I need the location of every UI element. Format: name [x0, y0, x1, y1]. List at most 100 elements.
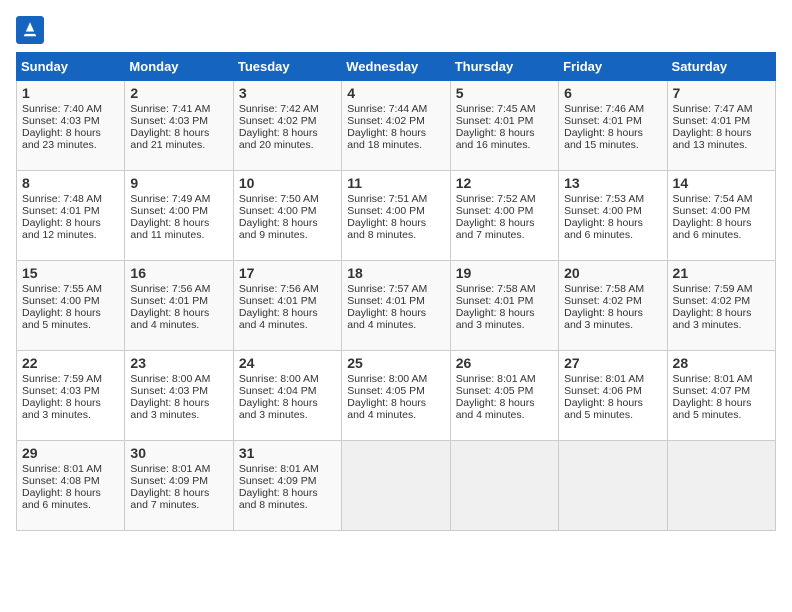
daylight-label: Daylight: 8 hours and 23 minutes.: [22, 127, 101, 151]
calendar-cell: 6Sunrise: 7:46 AMSunset: 4:01 PMDaylight…: [559, 81, 667, 171]
sunset-label: Sunset: 4:02 PM: [673, 295, 751, 307]
calendar-cell: 31Sunrise: 8:01 AMSunset: 4:09 PMDayligh…: [233, 441, 341, 531]
calendar-table: SundayMondayTuesdayWednesdayThursdayFrid…: [16, 52, 776, 531]
sunrise-label: Sunrise: 7:49 AM: [130, 193, 210, 205]
day-number: 12: [456, 175, 553, 191]
day-number: 19: [456, 265, 553, 281]
sunset-label: Sunset: 4:09 PM: [239, 475, 317, 487]
sunrise-label: Sunrise: 7:54 AM: [673, 193, 753, 205]
calendar-cell: 7Sunrise: 7:47 AMSunset: 4:01 PMDaylight…: [667, 81, 775, 171]
calendar-cell: 16Sunrise: 7:56 AMSunset: 4:01 PMDayligh…: [125, 261, 233, 351]
day-number: 30: [130, 445, 227, 461]
week-row-2: 8Sunrise: 7:48 AMSunset: 4:01 PMDaylight…: [17, 171, 776, 261]
sunset-label: Sunset: 4:00 PM: [347, 205, 425, 217]
logo: [16, 16, 48, 44]
sunset-label: Sunset: 4:03 PM: [22, 115, 100, 127]
calendar-cell: 17Sunrise: 7:56 AMSunset: 4:01 PMDayligh…: [233, 261, 341, 351]
sunset-label: Sunset: 4:01 PM: [22, 205, 100, 217]
sunset-label: Sunset: 4:01 PM: [673, 115, 751, 127]
daylight-label: Daylight: 8 hours and 4 minutes.: [347, 307, 426, 331]
sunset-label: Sunset: 4:08 PM: [22, 475, 100, 487]
sunset-label: Sunset: 4:09 PM: [130, 475, 208, 487]
calendar-cell: [559, 441, 667, 531]
sunset-label: Sunset: 4:01 PM: [239, 295, 317, 307]
daylight-label: Daylight: 8 hours and 5 minutes.: [564, 397, 643, 421]
calendar-cell: 20Sunrise: 7:58 AMSunset: 4:02 PMDayligh…: [559, 261, 667, 351]
sunset-label: Sunset: 4:00 PM: [130, 205, 208, 217]
sunrise-label: Sunrise: 7:48 AM: [22, 193, 102, 205]
sunset-label: Sunset: 4:01 PM: [130, 295, 208, 307]
sunrise-label: Sunrise: 7:40 AM: [22, 103, 102, 115]
daylight-label: Daylight: 8 hours and 3 minutes.: [239, 397, 318, 421]
sunset-label: Sunset: 4:03 PM: [130, 385, 208, 397]
sunrise-label: Sunrise: 7:50 AM: [239, 193, 319, 205]
daylight-label: Daylight: 8 hours and 4 minutes.: [456, 397, 535, 421]
daylight-label: Daylight: 8 hours and 3 minutes.: [456, 307, 535, 331]
sunrise-label: Sunrise: 7:44 AM: [347, 103, 427, 115]
day-number: 23: [130, 355, 227, 371]
daylight-label: Daylight: 8 hours and 6 minutes.: [673, 217, 752, 241]
page-header: [16, 16, 776, 44]
sunrise-label: Sunrise: 8:00 AM: [347, 373, 427, 385]
day-number: 26: [456, 355, 553, 371]
calendar-cell: 28 Sunrise: 8:01 AMSunset: 4:07 PMDayligh…: [667, 351, 775, 441]
daylight-label: Daylight: 8 hours and 5 minutes.: [673, 397, 752, 421]
calendar-cell: 2Sunrise: 7:41 AMSunset: 4:03 PMDaylight…: [125, 81, 233, 171]
daylight-label: Daylight: 8 hours and 13 minutes.: [673, 127, 752, 151]
sunrise-label: Sunrise: 7:46 AM: [564, 103, 644, 115]
daylight-label: Daylight: 8 hours and 21 minutes.: [130, 127, 209, 151]
calendar-cell: 18Sunrise: 7:57 AMSunset: 4:01 PMDayligh…: [342, 261, 450, 351]
sunrise-label: Sunrise: 8:01 AM: [564, 373, 644, 385]
daylight-label: Daylight: 8 hours and 16 minutes.: [456, 127, 535, 151]
daylight-label: Daylight: 8 hours and 20 minutes.: [239, 127, 318, 151]
calendar-cell: 19Sunrise: 7:58 AMSunset: 4:01 PMDayligh…: [450, 261, 558, 351]
calendar-cell: 5Sunrise: 7:45 AMSunset: 4:01 PMDaylight…: [450, 81, 558, 171]
sunset-label: Sunset: 4:07 PM: [673, 385, 751, 397]
sunrise-label: Sunrise: 8:01 AM: [673, 373, 753, 385]
calendar-cell: 30Sunrise: 8:01 AMSunset: 4:09 PMDayligh…: [125, 441, 233, 531]
weekday-header-sunday: Sunday: [17, 53, 125, 81]
daylight-label: Daylight: 8 hours and 12 minutes.: [22, 217, 101, 241]
sunset-label: Sunset: 4:02 PM: [239, 115, 317, 127]
calendar-cell: 13Sunrise: 7:53 AMSunset: 4:00 PMDayligh…: [559, 171, 667, 261]
sunrise-label: Sunrise: 7:58 AM: [564, 283, 644, 295]
day-number: 14: [673, 175, 770, 191]
sunrise-label: Sunrise: 7:58 AM: [456, 283, 536, 295]
day-number: 9: [130, 175, 227, 191]
daylight-label: Daylight: 8 hours and 9 minutes.: [239, 217, 318, 241]
sunrise-label: Sunrise: 8:01 AM: [22, 463, 102, 475]
day-number: 22: [22, 355, 119, 371]
daylight-label: Daylight: 8 hours and 4 minutes.: [130, 307, 209, 331]
weekday-header-wednesday: Wednesday: [342, 53, 450, 81]
daylight-label: Daylight: 8 hours and 5 minutes.: [22, 307, 101, 331]
daylight-label: Daylight: 8 hours and 3 minutes.: [564, 307, 643, 331]
calendar-cell: 25Sunrise: 8:00 AMSunset: 4:05 PMDayligh…: [342, 351, 450, 441]
daylight-label: Daylight: 8 hours and 15 minutes.: [564, 127, 643, 151]
calendar-cell: 12Sunrise: 7:52 AMSunset: 4:00 PMDayligh…: [450, 171, 558, 261]
calendar-cell: 10Sunrise: 7:50 AMSunset: 4:00 PMDayligh…: [233, 171, 341, 261]
day-number: 3: [239, 85, 336, 101]
daylight-label: Daylight: 8 hours and 6 minutes.: [564, 217, 643, 241]
day-number: 4: [347, 85, 444, 101]
day-number: 13: [564, 175, 661, 191]
weekday-header-friday: Friday: [559, 53, 667, 81]
week-row-1: 1Sunrise: 7:40 AMSunset: 4:03 PMDaylight…: [17, 81, 776, 171]
sunrise-label: Sunrise: 7:59 AM: [22, 373, 102, 385]
weekday-header-tuesday: Tuesday: [233, 53, 341, 81]
sunset-label: Sunset: 4:00 PM: [564, 205, 642, 217]
week-row-3: 15Sunrise: 7:55 AMSunset: 4:00 PMDayligh…: [17, 261, 776, 351]
calendar-cell: 3Sunrise: 7:42 AMSunset: 4:02 PMDaylight…: [233, 81, 341, 171]
calendar-cell: [667, 441, 775, 531]
weekday-header-monday: Monday: [125, 53, 233, 81]
calendar-cell: 11Sunrise: 7:51 AMSunset: 4:00 PMDayligh…: [342, 171, 450, 261]
sunrise-label: Sunrise: 7:52 AM: [456, 193, 536, 205]
calendar-cell: 4Sunrise: 7:44 AMSunset: 4:02 PMDaylight…: [342, 81, 450, 171]
sunrise-label: Sunrise: 8:01 AM: [456, 373, 536, 385]
day-number: 18: [347, 265, 444, 281]
day-number: 7: [673, 85, 770, 101]
sunset-label: Sunset: 4:02 PM: [347, 115, 425, 127]
day-number: 10: [239, 175, 336, 191]
day-number: 28: [673, 355, 770, 371]
day-number: 15: [22, 265, 119, 281]
sunset-label: Sunset: 4:06 PM: [564, 385, 642, 397]
